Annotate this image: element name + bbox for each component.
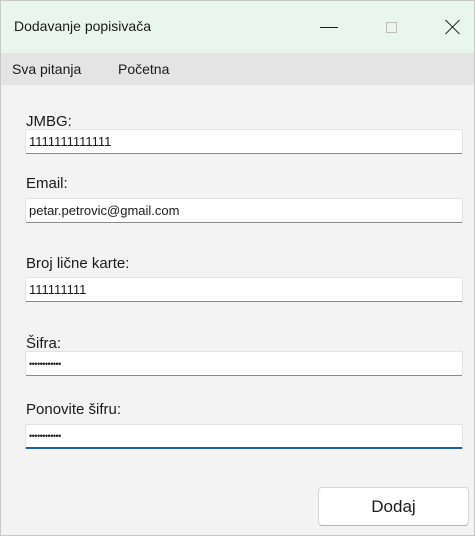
minimize-button[interactable]: [301, 1, 357, 53]
password-label: Šifra:: [26, 335, 62, 352]
password-field[interactable]: [25, 351, 463, 376]
maximize-button[interactable]: [363, 1, 419, 53]
title-bar[interactable]: Dodavanje popisivača: [1, 1, 474, 53]
jmbg-field[interactable]: [25, 129, 463, 154]
menu-item-pocetna[interactable]: Početna: [118, 61, 169, 77]
id-card-field[interactable]: [25, 277, 463, 302]
menu-item-sva-pitanja[interactable]: Sva pitanja: [12, 61, 81, 77]
close-button[interactable]: [425, 1, 475, 53]
window-title: Dodavanje popisivača: [14, 18, 151, 34]
email-field[interactable]: [25, 198, 463, 223]
minimize-icon: [320, 26, 338, 28]
email-label: Email:: [26, 175, 68, 192]
app-window: Dodavanje popisivača Sva pitanja Početna…: [0, 0, 475, 536]
close-icon: [445, 19, 461, 35]
add-button[interactable]: Dodaj: [318, 487, 469, 526]
confirm-password-label: Ponovite šifru:: [26, 401, 122, 418]
maximize-icon: [385, 21, 397, 33]
jmbg-label: JMBG:: [26, 113, 72, 130]
menu-bar: Sva pitanja Početna: [1, 53, 474, 85]
confirm-password-field[interactable]: [25, 424, 463, 449]
id-card-label: Broj lične karte:: [26, 255, 130, 272]
